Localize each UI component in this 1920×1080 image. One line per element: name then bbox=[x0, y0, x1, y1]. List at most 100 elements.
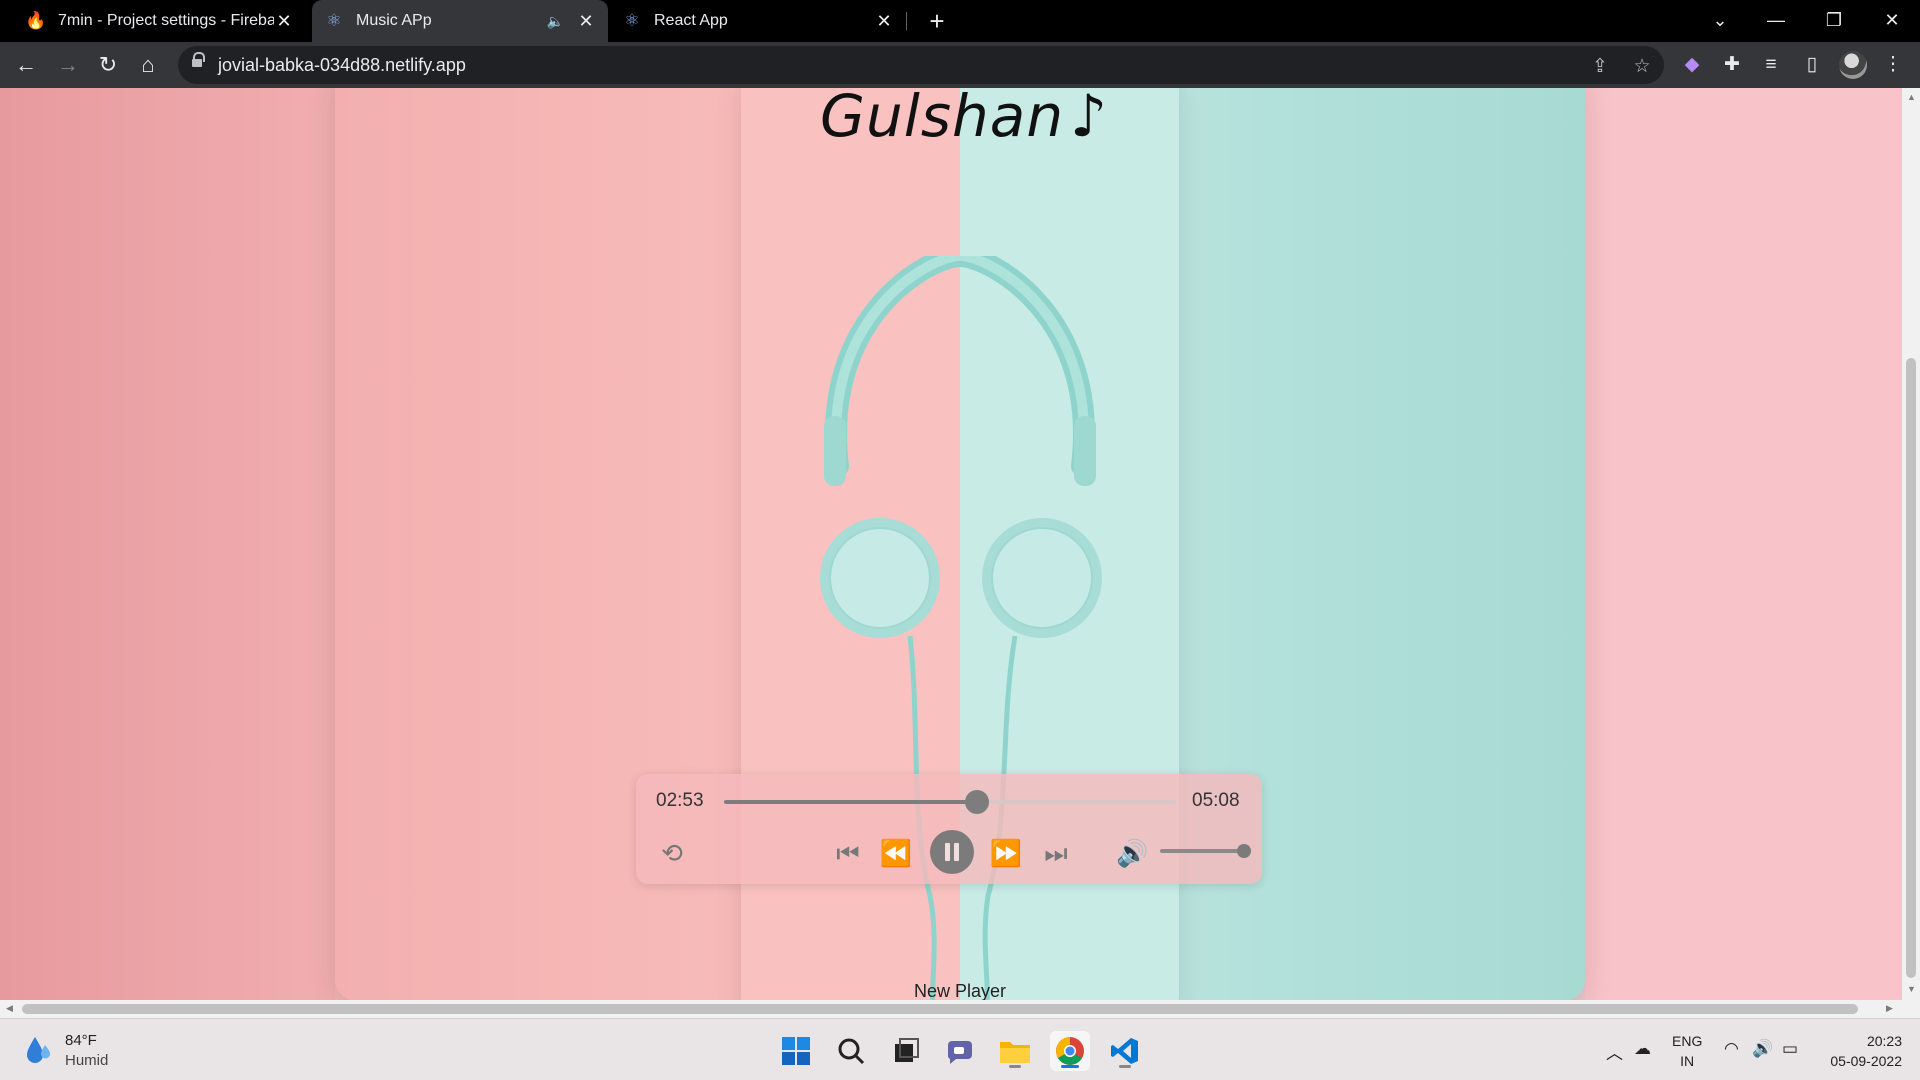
tab-search-icon[interactable]: ⌄ bbox=[1692, 0, 1748, 42]
chrome-icon bbox=[1056, 1037, 1084, 1065]
speaker-tray-icon[interactable]: 🔊 bbox=[1752, 1039, 1773, 1059]
url-text[interactable]: jovial-babka-034d88.netlify.app bbox=[218, 46, 466, 84]
onedrive-icon[interactable]: ☁ bbox=[1634, 1039, 1651, 1059]
teams-chat-button[interactable] bbox=[940, 1031, 980, 1071]
running-indicator bbox=[1119, 1065, 1131, 1068]
reload-icon[interactable]: ↻ bbox=[92, 49, 124, 81]
horizontal-scroll-thumb[interactable] bbox=[22, 1004, 1858, 1014]
react-icon: ⚛ bbox=[624, 11, 640, 30]
speaker-icon[interactable]: 🔈 bbox=[547, 13, 564, 30]
vscode-icon bbox=[1111, 1038, 1138, 1064]
repeat-icon[interactable]: ⟲ bbox=[656, 838, 688, 868]
scrollbar-corner bbox=[1902, 1000, 1920, 1018]
skip-previous-icon[interactable]: ⏮ bbox=[832, 838, 864, 868]
background-right bbox=[1585, 88, 1902, 1000]
language-code: ENG bbox=[1672, 1033, 1703, 1049]
file-explorer-button[interactable] bbox=[995, 1031, 1035, 1071]
volume-slider[interactable] bbox=[1160, 844, 1251, 858]
close-tab-icon[interactable]: ✕ bbox=[576, 11, 596, 32]
browser-toolbar: ← → ↻ ⌂ jovial-babka-034d88.netlify.app … bbox=[0, 42, 1920, 88]
pause-button[interactable] bbox=[930, 830, 974, 874]
tab-title: 7min - Project settings - Firebase bbox=[58, 12, 274, 29]
vscode-button[interactable] bbox=[1105, 1031, 1145, 1071]
vertical-scroll-thumb[interactable] bbox=[1906, 358, 1916, 978]
app-title-text: Gulshan bbox=[820, 88, 1065, 150]
close-window-icon[interactable]: ✕ bbox=[1864, 0, 1920, 42]
app-title: Gulshan ♪ bbox=[820, 88, 1108, 150]
windows-taskbar: 84°F Humid ︿ ☁ ENG IN ◠ 🔊 ▭ 20:23 05-09-… bbox=[0, 1018, 1920, 1080]
show-hidden-icons[interactable]: ︿ bbox=[1606, 1039, 1623, 1064]
volume-thumb[interactable] bbox=[1237, 844, 1251, 858]
scroll-down-icon[interactable]: ▼ bbox=[1907, 984, 1916, 994]
running-indicator bbox=[1061, 1065, 1079, 1068]
search-button[interactable] bbox=[831, 1031, 871, 1071]
weather-description[interactable]: Humid bbox=[65, 1052, 108, 1069]
rewind-icon[interactable]: ⏪ bbox=[876, 838, 916, 868]
fast-forward-icon[interactable]: ⏩ bbox=[986, 838, 1026, 868]
forward-icon[interactable]: → bbox=[52, 49, 84, 81]
puzzle-icon[interactable]: ✚ bbox=[1717, 50, 1747, 80]
share-icon[interactable]: ⇪ bbox=[1588, 55, 1612, 78]
profile-avatar[interactable] bbox=[1839, 51, 1867, 79]
background-left bbox=[0, 88, 335, 1000]
new-tab-button[interactable]: + bbox=[922, 6, 952, 36]
current-time: 02:53 bbox=[656, 790, 704, 811]
chrome-button[interactable] bbox=[1050, 1031, 1090, 1071]
start-button[interactable] bbox=[776, 1031, 816, 1071]
tab-separator bbox=[906, 12, 907, 30]
clock-date: 05-09-2022 bbox=[1830, 1053, 1902, 1069]
firebase-icon: 🔥 bbox=[25, 11, 47, 30]
vertical-scrollbar[interactable]: ▲ ▼ bbox=[1902, 88, 1920, 1000]
audio-player: 02:53 05:08 ⟲ ⏮ ⏪ ⏩ ⏭ 🔊 bbox=[636, 774, 1262, 884]
search-icon bbox=[838, 1038, 865, 1065]
media-control-icon[interactable]: ≡ bbox=[1756, 50, 1786, 80]
minimize-icon[interactable]: — bbox=[1748, 0, 1804, 42]
task-view-icon bbox=[895, 1038, 919, 1062]
language-indicator[interactable]: ENG IN bbox=[1672, 1031, 1702, 1071]
restore-icon[interactable]: ❐ bbox=[1806, 0, 1862, 42]
react-icon: ⚛ bbox=[326, 11, 342, 30]
folder-icon bbox=[1000, 1042, 1030, 1063]
weather-temperature[interactable]: 84°F bbox=[65, 1032, 97, 1049]
side-panel-icon[interactable]: ▯ bbox=[1797, 50, 1827, 80]
bookmark-star-icon[interactable]: ☆ bbox=[1630, 55, 1654, 78]
clock-time: 20:23 bbox=[1866, 1033, 1902, 1049]
scroll-up-icon[interactable]: ▲ bbox=[1907, 92, 1916, 102]
home-icon[interactable]: ⌂ bbox=[132, 49, 164, 81]
tab-firebase[interactable]: 🔥 7min - Project settings - Firebase ✕ bbox=[14, 0, 306, 42]
extension-icon[interactable]: ◆ bbox=[1677, 50, 1707, 80]
wifi-icon[interactable]: ◠ bbox=[1724, 1039, 1739, 1059]
seek-bar-fill bbox=[724, 800, 978, 804]
seek-thumb[interactable] bbox=[965, 790, 990, 814]
windows-logo-icon bbox=[782, 1037, 810, 1065]
close-tab-icon[interactable]: ✕ bbox=[874, 11, 894, 32]
page-viewport: Gulshan ♪ 02:53 05:08 ⟲ ⏮ ⏪ ⏩ ⏭ 🔊 New Pla bbox=[0, 88, 1902, 1000]
close-tab-icon[interactable]: ✕ bbox=[274, 11, 294, 32]
system-clock[interactable]: 20:23 05-09-2022 bbox=[1820, 1031, 1902, 1071]
battery-icon[interactable]: ▭ bbox=[1782, 1039, 1798, 1059]
horizontal-scrollbar[interactable]: ◀ ▶ bbox=[0, 1000, 1902, 1018]
tab-react-app[interactable]: ⚛ React App ✕ bbox=[610, 0, 906, 42]
duration-time: 05:08 bbox=[1192, 790, 1240, 811]
scroll-left-icon[interactable]: ◀ bbox=[6, 1003, 13, 1014]
browser-tab-strip: 🔥 7min - Project settings - Firebase ✕ ⚛… bbox=[0, 0, 1920, 42]
seek-bar[interactable] bbox=[724, 790, 1176, 814]
volume-fill bbox=[1160, 849, 1244, 853]
scroll-right-icon[interactable]: ▶ bbox=[1886, 1003, 1893, 1014]
lock-icon[interactable] bbox=[192, 52, 205, 70]
running-indicator bbox=[1009, 1065, 1021, 1068]
tab-music-app[interactable]: ⚛ Music APp 🔈 ✕ bbox=[312, 0, 608, 42]
chat-icon bbox=[947, 1041, 972, 1064]
address-bar[interactable]: jovial-babka-034d88.netlify.app ⇪ ☆ bbox=[178, 46, 1664, 84]
volume-icon[interactable]: 🔊 bbox=[1116, 838, 1148, 868]
menu-icon[interactable]: ⋮ bbox=[1878, 50, 1908, 80]
humidity-icon[interactable] bbox=[26, 1035, 52, 1065]
music-note-icon: ♪ bbox=[1070, 88, 1109, 150]
task-view-button[interactable] bbox=[886, 1031, 926, 1071]
headphones-image bbox=[820, 256, 1102, 1000]
skip-next-icon[interactable]: ⏭ bbox=[1040, 838, 1072, 868]
new-player-label: New Player bbox=[913, 981, 1007, 1000]
back-icon[interactable]: ← bbox=[10, 49, 42, 81]
tab-title: Music APp bbox=[356, 12, 432, 29]
region-code: IN bbox=[1680, 1053, 1695, 1069]
